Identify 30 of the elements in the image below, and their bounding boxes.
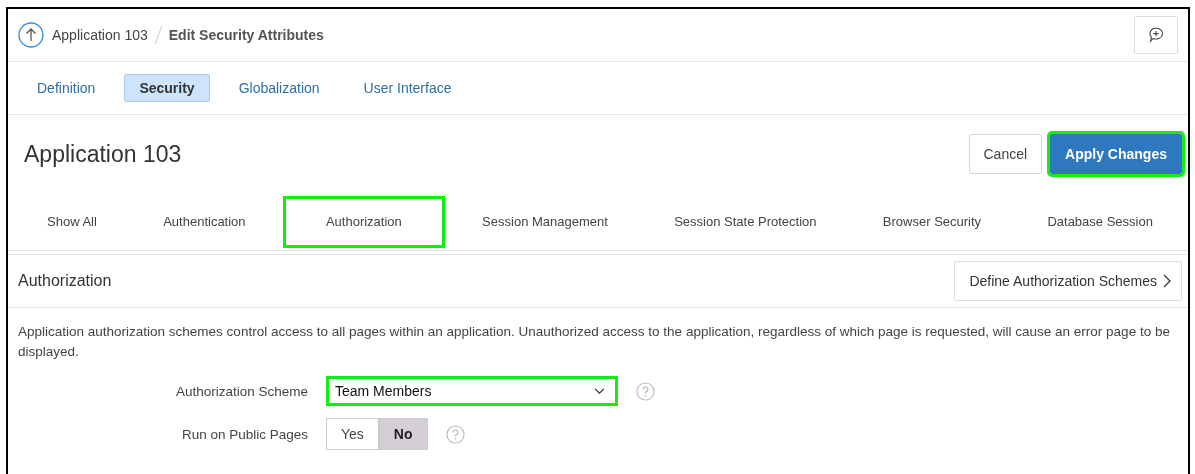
speech-bubble-plus-icon bbox=[1147, 26, 1165, 44]
chevron-right-icon bbox=[1163, 274, 1171, 288]
tab[interactable]: Security bbox=[124, 74, 210, 102]
tab[interactable]: User Interface bbox=[348, 74, 467, 102]
breadcrumb-current: Edit Security Attributes bbox=[168, 27, 324, 43]
help-icon[interactable] bbox=[636, 381, 655, 401]
select-field[interactable]: Team Members bbox=[326, 376, 618, 406]
section-link[interactable]: Authorization bbox=[282, 195, 445, 248]
field-label: Authorization Scheme bbox=[174, 383, 308, 399]
section-link[interactable]: Session State Protection bbox=[645, 195, 846, 248]
tab[interactable]: Definition bbox=[22, 74, 111, 102]
description-text: Application authorization schemes control access to all pages within an application. Unauthorized access to the application, regardless of which page is requested, will cause an error page to be displayed. bbox=[18, 323, 1171, 361]
section-link[interactable]: Database Session bbox=[1018, 195, 1182, 248]
feedback-button[interactable] bbox=[1134, 16, 1178, 54]
chevron-down-icon bbox=[594, 387, 605, 395]
toggle-option[interactable]: Yes bbox=[326, 418, 379, 450]
apply-button[interactable]: Apply Changes bbox=[1050, 134, 1182, 174]
region-title: Authorization bbox=[18, 272, 112, 290]
help-icon[interactable] bbox=[445, 424, 465, 444]
tab[interactable]: Globalization bbox=[223, 74, 335, 102]
section-link[interactable]: Authentication bbox=[134, 195, 275, 248]
cancel-button[interactable]: Cancel bbox=[968, 134, 1043, 174]
section-link[interactable]: Session Management bbox=[453, 195, 637, 248]
section-link[interactable]: Browser Security bbox=[853, 195, 1011, 248]
page-title: Application 103 bbox=[24, 140, 182, 168]
field-label: Run on Public Pages bbox=[180, 426, 308, 442]
section-link[interactable]: Show All bbox=[18, 195, 126, 248]
breadcrumb-link[interactable]: Application 103 bbox=[52, 27, 148, 43]
define-schemes-button[interactable]: Define Authorization Schemes bbox=[954, 261, 1182, 301]
toggle-option[interactable]: No bbox=[378, 418, 428, 450]
